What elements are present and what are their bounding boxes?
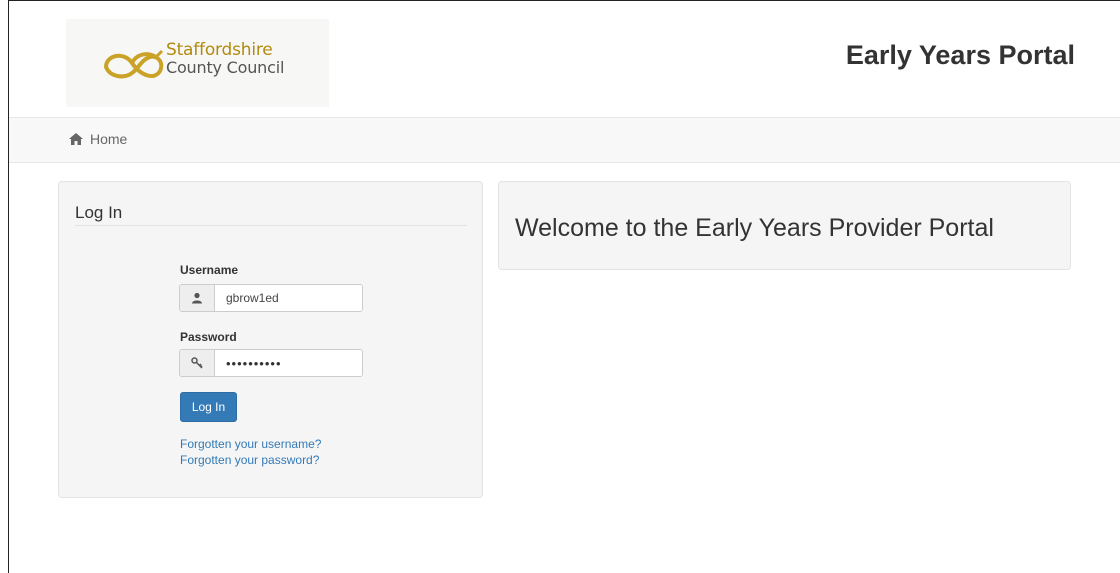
divider — [75, 225, 467, 226]
home-icon — [69, 133, 83, 145]
stafford-knot-icon — [103, 49, 164, 79]
password-addon — [180, 350, 215, 376]
welcome-panel: Welcome to the Early Years Provider Port… — [498, 181, 1071, 270]
page-title: Early Years Portal — [845, 40, 1075, 70]
login-button[interactable]: Log In — [180, 392, 237, 422]
password-input-group: •••••••••• — [179, 349, 363, 377]
password-label: Password — [180, 330, 237, 344]
council-logo[interactable]: Staffordshire County Council — [66, 19, 329, 107]
welcome-heading: Welcome to the Early Years Provider Port… — [515, 214, 994, 242]
username-input[interactable]: gbrow1ed — [215, 285, 362, 311]
page-header: Staffordshire County Council Early Years… — [9, 1, 1120, 117]
login-title: Log In — [75, 203, 123, 222]
password-mask: •••••••••• — [226, 355, 282, 371]
username-label: Username — [180, 263, 239, 277]
login-panel: Log In Username gbrow1ed Password ••••••… — [58, 181, 483, 498]
logo-line-2: County Council — [166, 58, 285, 77]
forgot-password-link[interactable]: Forgotten your password? — [180, 453, 319, 467]
navbar: Home — [9, 117, 1120, 163]
user-icon — [192, 292, 202, 304]
password-input[interactable]: •••••••••• — [215, 350, 362, 376]
nav-item-home[interactable]: Home — [69, 131, 127, 147]
username-input-group: gbrow1ed — [179, 284, 363, 312]
logo-line-1: Staffordshire — [166, 40, 273, 60]
forgot-username-link[interactable]: Forgotten your username? — [180, 437, 321, 451]
nav-home-label: Home — [90, 131, 128, 147]
key-icon — [191, 357, 203, 369]
username-addon — [180, 285, 215, 311]
logo-text: Staffordshire County Council — [166, 41, 284, 77]
